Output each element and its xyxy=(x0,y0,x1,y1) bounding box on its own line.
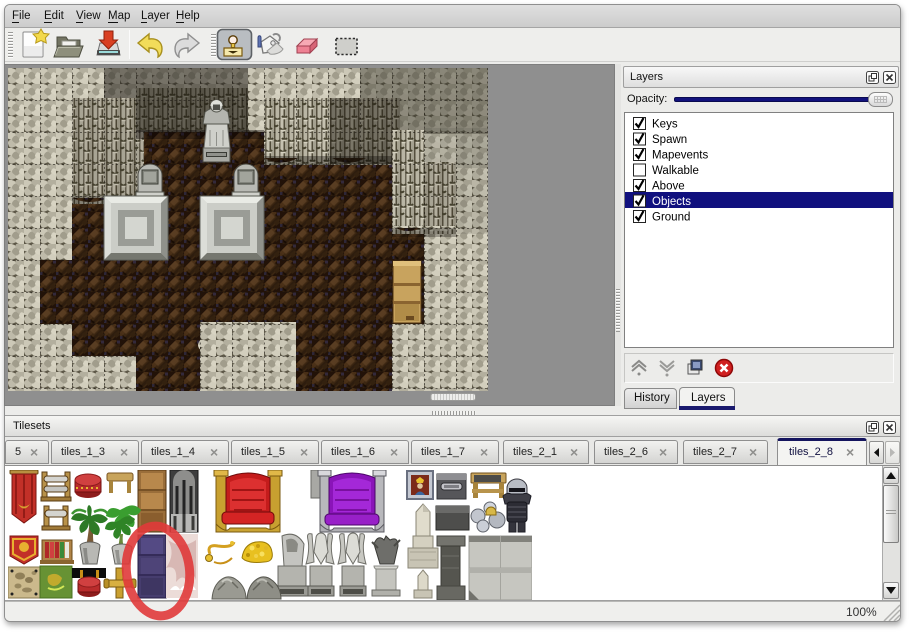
svg-text:Mapevents: Mapevents xyxy=(652,150,709,162)
svg-text:Spawn: Spawn xyxy=(652,134,687,146)
svg-text:Objects: Objects xyxy=(652,196,691,208)
svg-text:Keys: Keys xyxy=(652,119,678,131)
svg-text:Walkable: Walkable xyxy=(652,165,699,177)
svg-text:Above: Above xyxy=(652,181,685,193)
svg-text:Ground: Ground xyxy=(652,212,690,224)
